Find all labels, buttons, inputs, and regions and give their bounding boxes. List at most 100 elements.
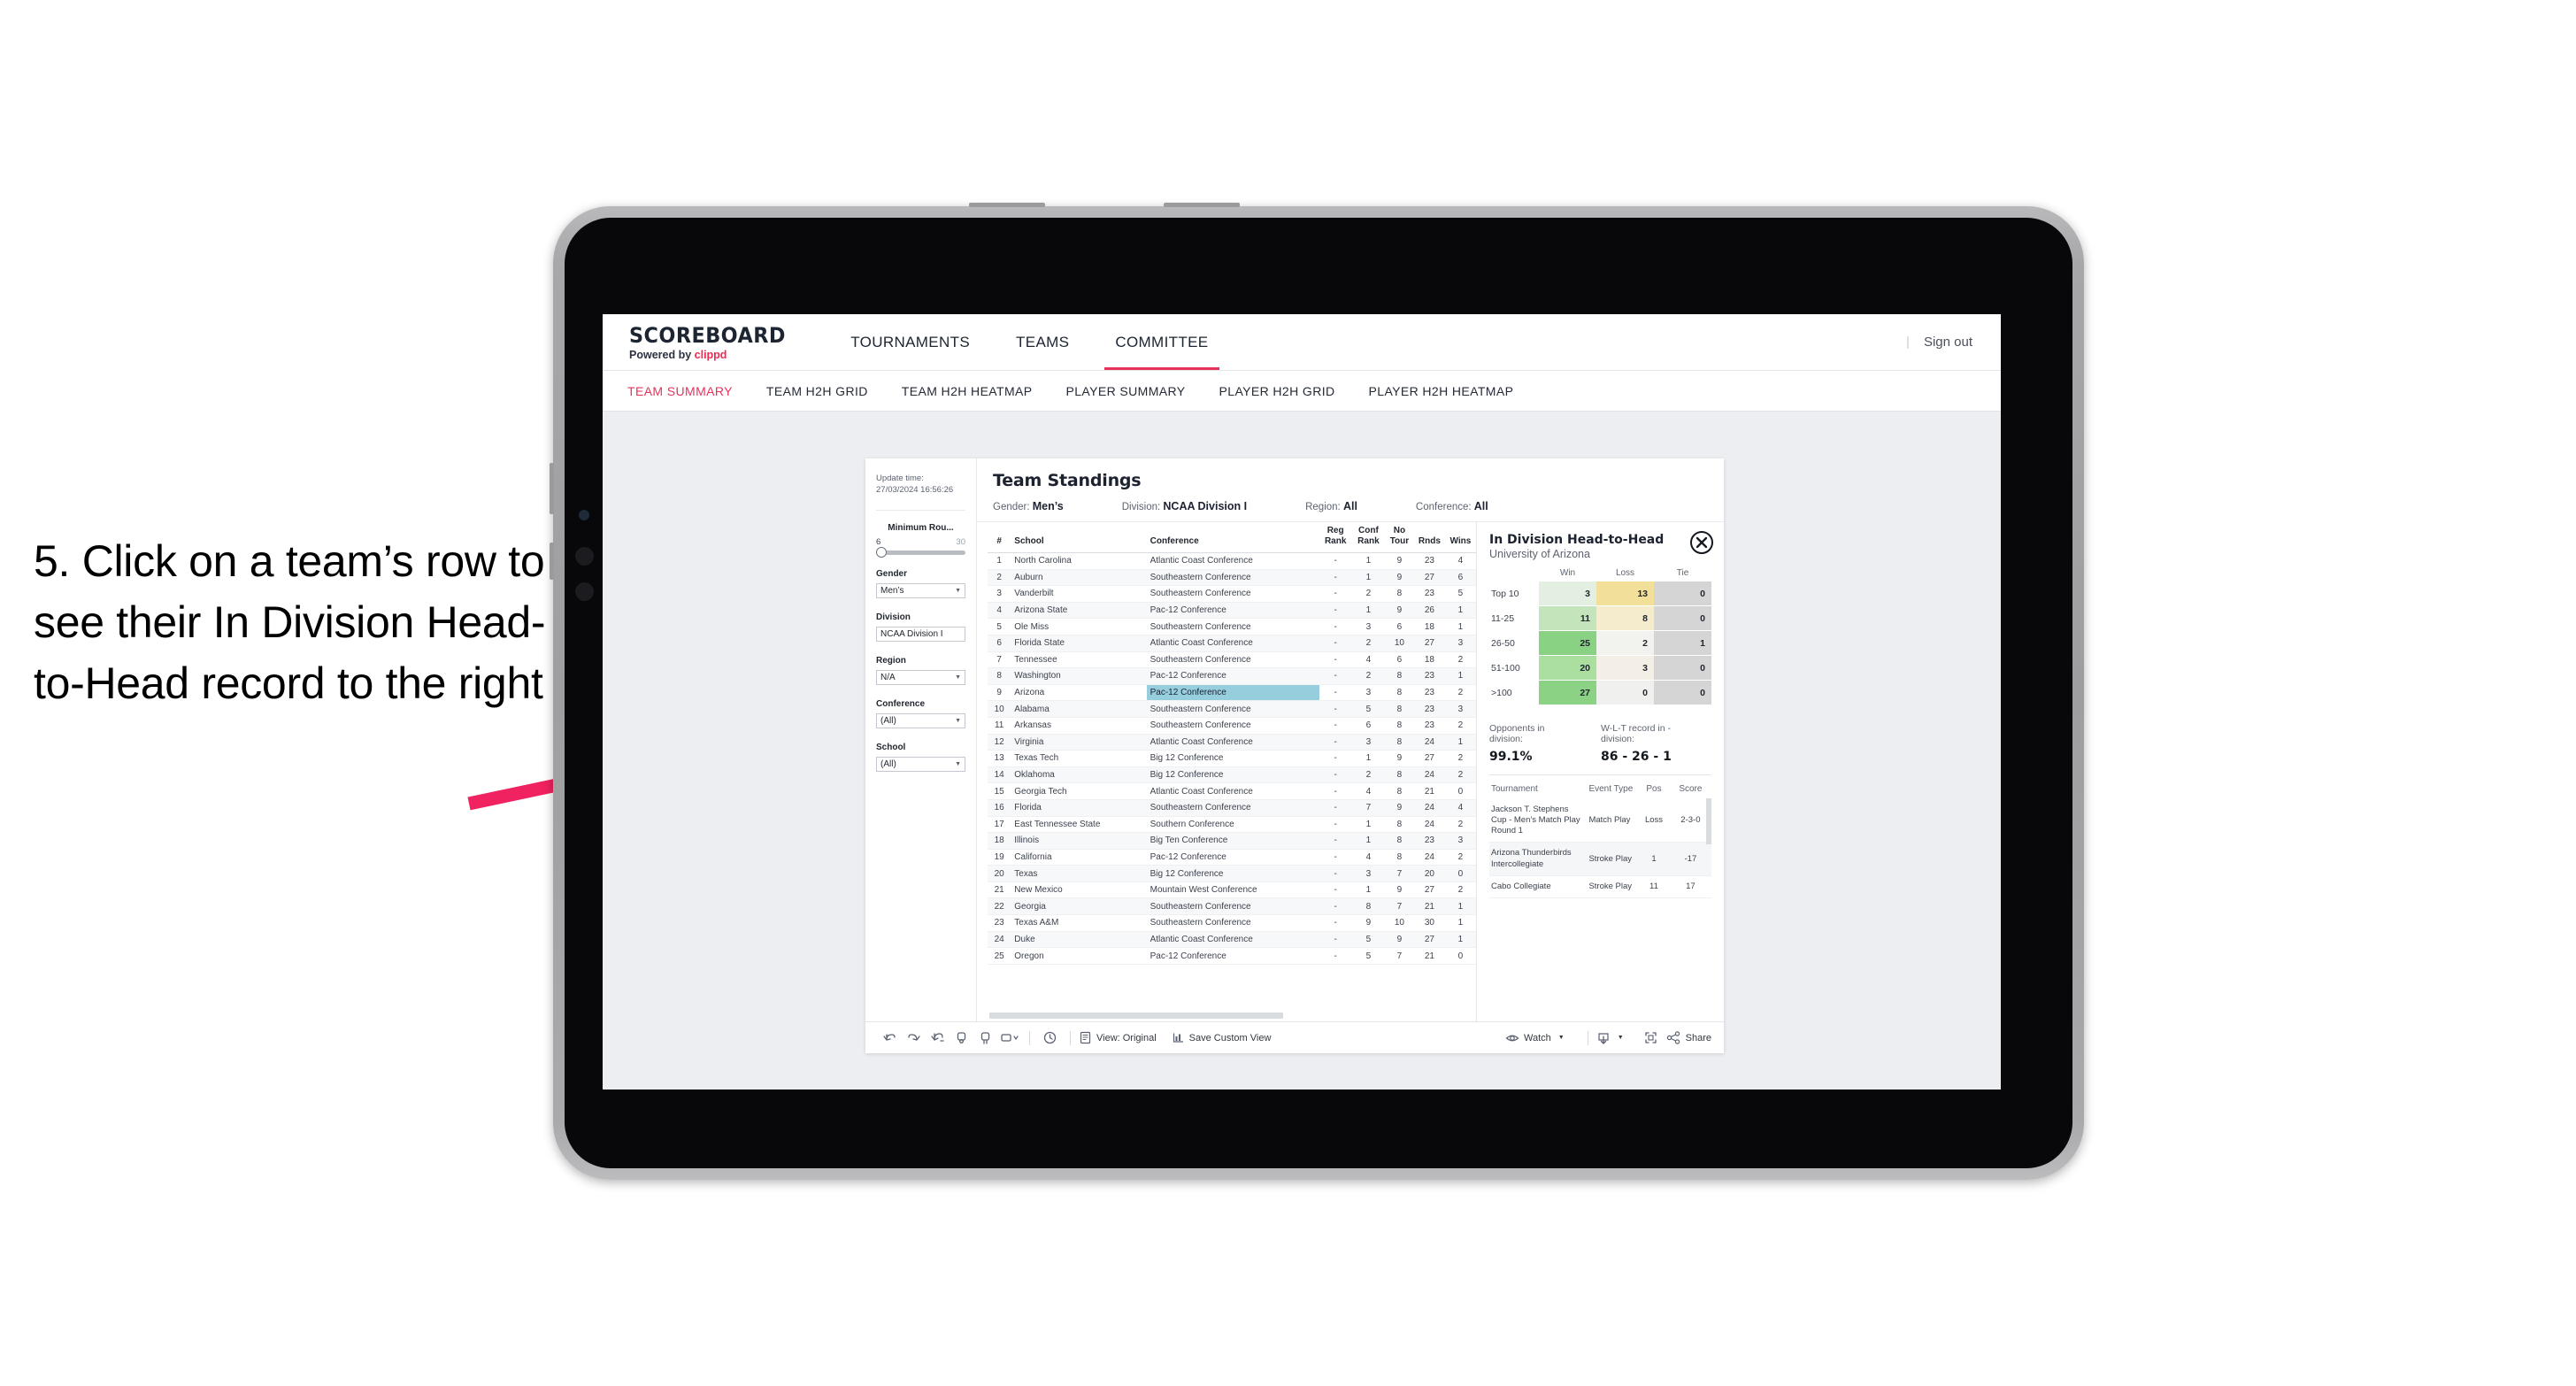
horizontal-scrollbar-thumb[interactable] bbox=[989, 1013, 1284, 1019]
minimum-rounds-slider[interactable] bbox=[876, 547, 965, 558]
subnav-player-h2h-heatmap[interactable]: PLAYER H2H HEATMAP bbox=[1369, 384, 1514, 398]
view-original-button[interactable]: View: Original bbox=[1079, 1031, 1157, 1044]
cell-school: Vanderbilt bbox=[1011, 585, 1147, 603]
close-icon[interactable] bbox=[1690, 531, 1713, 554]
h2h-cell-loss: 2 bbox=[1596, 630, 1654, 656]
redo-icon[interactable] bbox=[902, 1027, 926, 1050]
stat-opponents-label: Opponents in division: bbox=[1489, 723, 1545, 744]
table-row[interactable]: 3 Vanderbilt Southeastern Conference -2 8 23 5 bbox=[988, 585, 1476, 603]
table-row[interactable]: 22 Georgia Southeastern Conference -8 7 21 1 bbox=[988, 897, 1476, 916]
nav-teams[interactable]: TEAMS bbox=[993, 314, 1092, 370]
cell-rnds: 21 bbox=[1413, 782, 1445, 800]
table-row[interactable]: 1 North Carolina Atlantic Coast Conference… bbox=[988, 552, 1476, 570]
cell-wins: 2 bbox=[1444, 750, 1476, 767]
cell-school: East Tennessee State bbox=[1011, 816, 1147, 834]
table-row[interactable]: 14 Oklahoma Big 12 Conference -2 8 24 2 bbox=[988, 766, 1476, 784]
subnav-team-h2h-grid[interactable]: TEAM H2H GRID bbox=[766, 384, 868, 398]
table-row[interactable]: 12 Virginia Atlantic Coast Conference -3 8 24… bbox=[988, 734, 1476, 751]
subnav-team-h2h-heatmap[interactable]: TEAM H2H HEATMAP bbox=[902, 384, 1033, 398]
table-row[interactable]: 8 Washington Pac-12 Conference -2 8 23 1 bbox=[988, 667, 1476, 685]
cell-rank: 3 bbox=[988, 585, 1011, 603]
table-row[interactable]: 24 Duke Atlantic Coast Conference -5 9 27 1 bbox=[988, 931, 1476, 949]
table-row[interactable]: 7 Tennessee Southeastern Conference -4 6 18 2 bbox=[988, 651, 1476, 669]
region-select[interactable]: N/A ▼ bbox=[876, 669, 965, 685]
cell-wins: 4 bbox=[1444, 552, 1476, 570]
cell-no-tour: 8 bbox=[1385, 667, 1414, 685]
cell-school: Tennessee bbox=[1011, 651, 1147, 669]
table-row[interactable]: 5 Ole Miss Southeastern Conference -3 6 18 1 bbox=[988, 618, 1476, 635]
horizontal-scrollbar[interactable] bbox=[977, 1010, 1476, 1021]
cell-conference: Southeastern Conference bbox=[1146, 799, 1319, 817]
tournament-row[interactable]: Jackson T. Stephens Cup - Men’s Match Pl… bbox=[1489, 799, 1711, 843]
revert-icon[interactable] bbox=[926, 1027, 950, 1050]
cell-rnds: 30 bbox=[1413, 914, 1445, 932]
h2h-cell-win: 3 bbox=[1539, 581, 1596, 606]
cell-no-tour: 6 bbox=[1385, 618, 1414, 635]
cell-conference: Big 12 Conference bbox=[1146, 865, 1319, 882]
tournament-row[interactable]: Cabo Collegiate Stroke Play 11 17 bbox=[1489, 875, 1711, 898]
fullscreen-icon[interactable] bbox=[1639, 1027, 1663, 1050]
page-title: Team Standings bbox=[993, 471, 1142, 490]
save-custom-view-button[interactable]: Save Custom View bbox=[1172, 1031, 1271, 1044]
subnav-player-summary[interactable]: PLAYER SUMMARY bbox=[1066, 384, 1186, 398]
table-row[interactable]: 15 Georgia Tech Atlantic Coast Conference -… bbox=[988, 782, 1476, 800]
table-row[interactable]: 21 New Mexico Mountain West Conference -1 9 2… bbox=[988, 882, 1476, 899]
slider-handle[interactable] bbox=[876, 547, 887, 558]
table-row[interactable]: 9 Arizona Pac-12 Conference -3 8 23 2 bbox=[988, 684, 1476, 702]
table-row[interactable]: 2 Auburn Southeastern Conference -1 9 27 6 bbox=[988, 569, 1476, 587]
table-row[interactable]: 20 Texas Big 12 Conference -3 7 20 0 bbox=[988, 865, 1476, 882]
cell-no-tour: 8 bbox=[1385, 782, 1414, 800]
tournaments-scroll-region[interactable]: Tournament Event Type Pos Score Jackson … bbox=[1489, 775, 1711, 1021]
table-row[interactable]: 13 Texas Tech Big 12 Conference -1 9 27 2 bbox=[988, 750, 1476, 767]
cell-school: Oklahoma bbox=[1011, 766, 1147, 784]
table-row[interactable]: 23 Texas A&M Southeastern Conference -9 10 30… bbox=[988, 914, 1476, 932]
standings-scroll-region[interactable]: # School Conference Reg Rank Conf Rank No T… bbox=[977, 522, 1476, 1010]
table-row[interactable]: 18 Illinois Big Ten Conference -1 8 23 3 bbox=[988, 832, 1476, 850]
cell-wins: 0 bbox=[1444, 782, 1476, 800]
download-button[interactable]: ▼ bbox=[1596, 1031, 1624, 1045]
share-button[interactable]: Share bbox=[1666, 1031, 1711, 1044]
cell-conference: Pac-12 Conference bbox=[1146, 684, 1319, 702]
tournament-row[interactable]: Arizona Thunderbirds Intercollegiate Stro… bbox=[1489, 842, 1711, 876]
table-row[interactable]: 19 California Pac-12 Conference -4 8 24 2 bbox=[988, 849, 1476, 866]
table-row[interactable]: 4 Arizona State Pac-12 Conference -1 9 26 1 bbox=[988, 602, 1476, 620]
pause-icon[interactable] bbox=[973, 1027, 997, 1050]
watch-button[interactable]: Watch ▼ bbox=[1505, 1032, 1565, 1044]
clock-icon[interactable] bbox=[1038, 1027, 1062, 1050]
tournaments-table: Tournament Event Type Pos Score Jackson … bbox=[1489, 781, 1711, 898]
cell-rank: 8 bbox=[988, 667, 1011, 685]
col-pos: Pos bbox=[1646, 784, 1662, 794]
table-row[interactable]: 25 Oregon Pac-12 Conference -5 7 21 0 bbox=[988, 947, 1476, 965]
table-row[interactable]: 17 East Tennessee State Southern Conferenc… bbox=[988, 816, 1476, 834]
subnav-player-h2h-grid[interactable]: PLAYER H2H GRID bbox=[1219, 384, 1335, 398]
table-row[interactable]: 16 Florida Southeastern Conference -7 9 24 4 bbox=[988, 799, 1476, 817]
cell-rank: 15 bbox=[988, 782, 1011, 800]
refresh-icon[interactable] bbox=[950, 1027, 973, 1050]
brand-logo[interactable]: SCOREBOARD Powered by clippd bbox=[603, 323, 827, 361]
school-select[interactable]: (All) ▼ bbox=[876, 756, 965, 772]
rectangle-select-icon[interactable] bbox=[997, 1027, 1021, 1050]
signout-link[interactable]: Sign out bbox=[1924, 335, 1972, 350]
cell-conference: Southeastern Conference bbox=[1146, 700, 1319, 718]
nav-tournaments[interactable]: TOURNAMENTS bbox=[827, 314, 993, 370]
table-row[interactable]: 10 Alabama Southeastern Conference -5 8 23 3 bbox=[988, 700, 1476, 718]
tournaments-table-head: Tournament Event Type Pos Score bbox=[1489, 781, 1711, 799]
cell-no-tour: 8 bbox=[1385, 717, 1414, 735]
cell-wins: 2 bbox=[1444, 717, 1476, 735]
gender-select[interactable]: Men’s ▼ bbox=[876, 582, 965, 598]
cell-rnds: 27 bbox=[1413, 635, 1445, 652]
table-row[interactable]: 6 Florida State Atlantic Coast Conference -… bbox=[988, 635, 1476, 652]
division-select[interactable]: NCAA Division I bbox=[876, 626, 965, 642]
tournaments-vertical-scrollbar[interactable] bbox=[1706, 798, 1711, 844]
conference-select[interactable]: (All) ▼ bbox=[876, 712, 965, 728]
cell-rank: 17 bbox=[988, 816, 1011, 834]
nav-committee[interactable]: COMMITTEE bbox=[1092, 314, 1231, 370]
cell-rnds: 23 bbox=[1413, 832, 1445, 850]
filter-region-label: Region bbox=[876, 655, 906, 666]
cell-rnds: 23 bbox=[1413, 585, 1445, 603]
viz-toolbar: View: Original Save Custom View Watch ▼ bbox=[865, 1021, 1724, 1053]
table-row[interactable]: 11 Arkansas Southeastern Conference -6 8 23 2 bbox=[988, 717, 1476, 735]
subnav-team-summary[interactable]: TEAM SUMMARY bbox=[627, 384, 733, 398]
cell-wins: 1 bbox=[1444, 931, 1476, 949]
undo-icon[interactable] bbox=[878, 1027, 902, 1050]
